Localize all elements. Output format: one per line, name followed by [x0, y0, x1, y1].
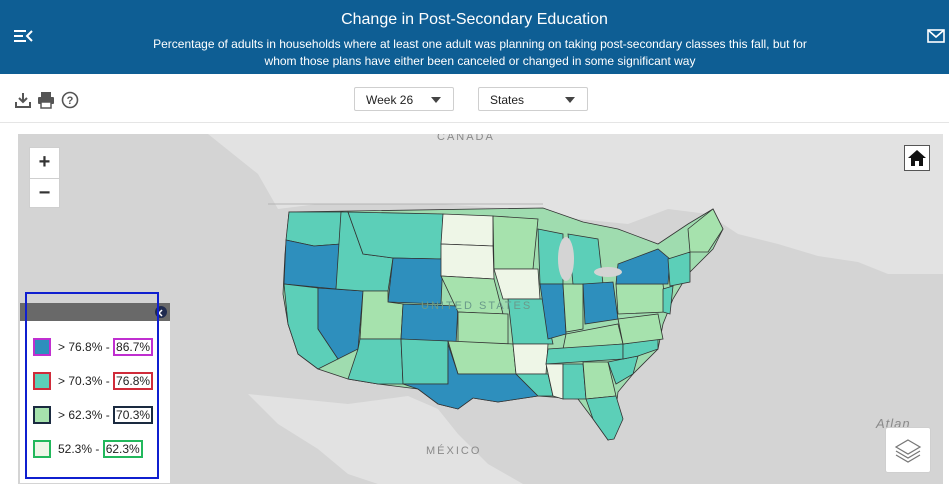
zoom-in-button[interactable]: + — [30, 148, 59, 179]
state-north-dakota — [440, 213, 494, 247]
legend-range-lower: > 62.3% - — [58, 408, 114, 422]
header-bar: Change in Post-Secondary Education Perce… — [0, 0, 949, 74]
label-usa: UNITED STATES — [421, 300, 533, 312]
legend-label: 52.3% - 62.3% — [58, 440, 143, 458]
legend-swatch — [33, 372, 51, 390]
legend-swatch — [33, 406, 51, 424]
state-florida — [585, 395, 624, 441]
state-kansas — [457, 311, 509, 345]
chevron-down-icon — [565, 97, 575, 103]
print-icon[interactable] — [37, 91, 55, 109]
state-indiana — [562, 283, 584, 333]
home-button[interactable] — [904, 145, 930, 171]
state-pennsylvania — [615, 283, 667, 315]
lake-michigan — [558, 237, 574, 281]
legend-range-lower: 52.3% - — [58, 442, 103, 456]
legend-range-upper: 86.7% — [113, 338, 154, 356]
state-oklahoma — [447, 340, 517, 375]
state-south-dakota — [440, 243, 495, 280]
menu-collapse-icon[interactable] — [14, 29, 34, 43]
legend-range-upper: 76.8% — [113, 372, 154, 390]
svg-text:?: ? — [67, 95, 74, 107]
toolbar: ? Week 26 States — [0, 74, 949, 123]
help-icon[interactable]: ? — [61, 91, 79, 109]
legend-swatch — [33, 338, 51, 356]
legend-range-upper: 70.3% — [113, 406, 154, 424]
zoom-control: + − — [29, 147, 60, 208]
week-select-value: Week 26 — [366, 93, 414, 107]
home-icon — [908, 150, 926, 166]
state-montana — [347, 211, 444, 260]
mexico-land — [248, 394, 523, 484]
state-washington — [285, 211, 344, 247]
zoom-out-button[interactable]: − — [30, 179, 59, 209]
state-virginia — [617, 313, 664, 345]
state-new-mexico — [400, 338, 449, 385]
state-arkansas — [512, 343, 549, 375]
layers-button[interactable] — [885, 427, 931, 473]
page-title: Change in Post-Secondary Education — [341, 11, 608, 28]
state-minnesota — [492, 215, 539, 270]
legend-range-lower: > 70.3% - — [58, 374, 114, 388]
legend-label: > 62.3% - 70.3% — [58, 406, 154, 424]
chevron-down-icon — [431, 97, 441, 103]
legend-panel: > 76.8% - 86.7% > 70.3% - 76.8% > 62.3% - … — [20, 303, 170, 483]
label-canada: CANADA — [437, 134, 495, 143]
mail-icon[interactable] — [927, 29, 945, 43]
legend-range-lower: > 76.8% - — [58, 340, 114, 354]
week-select[interactable]: Week 26 — [354, 87, 454, 111]
state-new-jersey — [662, 285, 674, 315]
download-icon[interactable] — [14, 91, 32, 109]
state-ohio — [582, 281, 619, 325]
collapse-icon[interactable] — [155, 306, 167, 318]
legend-header — [20, 303, 170, 321]
page-subtitle: Percentage of adults in households where… — [153, 37, 807, 68]
label-mexico: MÉXICO — [426, 445, 482, 457]
state-alabama — [562, 363, 587, 400]
state-oregon — [283, 239, 342, 290]
geography-select-value: States — [490, 93, 525, 107]
state-wyoming — [387, 257, 444, 305]
legend-range-upper: 62.3% — [102, 440, 143, 458]
legend-label: > 70.3% - 76.8% — [58, 372, 154, 390]
legend-label: > 76.8% - 86.7% — [58, 338, 154, 356]
geography-select[interactable]: States — [478, 87, 588, 111]
lake-erie — [594, 267, 622, 277]
legend-swatch — [33, 440, 51, 458]
layers-icon — [894, 439, 922, 463]
